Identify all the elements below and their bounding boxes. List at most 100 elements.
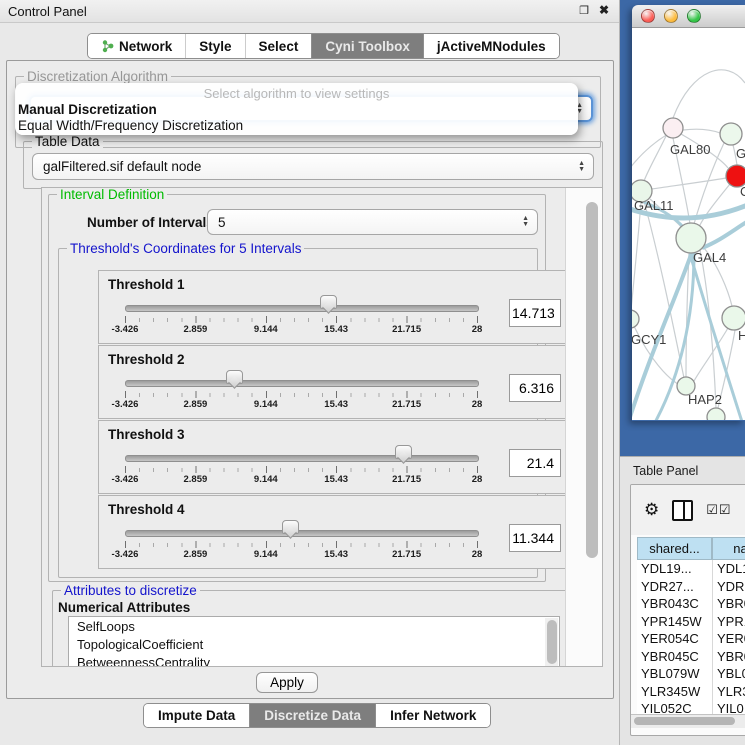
interval-definition-group-title: Interval Definition	[57, 187, 167, 202]
table-data-group-title: Table Data	[32, 134, 103, 149]
cell-shared-name: YBL079W	[637, 666, 712, 681]
tab-discretize-data[interactable]: Discretize Data	[249, 704, 375, 727]
threshold-1-slider-track[interactable]	[125, 305, 479, 312]
close-icon[interactable]: ✖	[599, 3, 609, 17]
numerical-attributes-label: Numerical Attributes	[58, 600, 190, 615]
table-row[interactable]: YLR345WYLR3	[637, 683, 745, 701]
combo-arrows-icon: ▲▼	[578, 161, 585, 173]
table-row[interactable]: YPR145WYPR1	[637, 613, 745, 631]
threshold-1-slider-thumb[interactable]	[320, 295, 337, 309]
tab-infer-network[interactable]: Infer Network	[375, 704, 490, 727]
network-edge	[632, 134, 668, 168]
mac-zoom-button[interactable]	[687, 9, 701, 23]
screen: Control Panel ❐ ✖ Network Style Select C…	[0, 0, 745, 745]
threshold-3-value-field[interactable]	[509, 449, 561, 477]
list-scrollbar-thumb[interactable]	[547, 620, 557, 664]
discretization-algorithm-group-title: Discretization Algorithm	[24, 69, 171, 84]
gear-icon[interactable]: ⚙	[644, 500, 659, 520]
node-right[interactable]	[722, 306, 745, 330]
cell-name: YBR0	[712, 596, 745, 611]
slider-major-ticks	[125, 316, 478, 323]
table-row[interactable]: YER054CYER0	[637, 630, 745, 648]
threshold-1-label: Threshold 1	[108, 277, 185, 292]
threshold-1-value-field[interactable]	[509, 299, 561, 327]
slider-axis-labels: -3.4262.8599.14415.4321.71528	[125, 474, 477, 486]
node-label-ga: GA	[736, 146, 745, 161]
axis-tick-label: 15.43	[324, 549, 348, 560]
axis-tick-label: -3.426	[112, 324, 139, 335]
threshold-2-slider-thumb[interactable]	[226, 370, 243, 384]
attribute-list-item[interactable]: BetweennessCentrality	[69, 653, 559, 667]
node-label-gcy1: GCY1	[632, 332, 666, 347]
table-row[interactable]: YBR043CYBR0	[637, 595, 745, 613]
cell-name: YER0	[712, 631, 745, 646]
threshold-row-1: Threshold 1 -3.4262.8599.14415.4321.7152…	[98, 270, 568, 344]
node-label-gal11: GAL11	[634, 198, 674, 213]
columns-icon[interactable]	[672, 500, 693, 521]
pane-scrollbar-thumb[interactable]	[586, 202, 598, 558]
threshold-4-label: Threshold 4	[108, 502, 185, 517]
node-bottom[interactable]	[707, 408, 725, 420]
float-window-icon[interactable]: ❐	[579, 4, 589, 17]
tab-select[interactable]: Select	[245, 34, 312, 58]
node-top-right[interactable]	[720, 123, 742, 145]
table-row[interactable]: YBR045CYBR0	[637, 648, 745, 666]
column-header-shared-name[interactable]: shared...	[637, 537, 712, 560]
tab-impute-data[interactable]: Impute Data	[144, 704, 249, 727]
threshold-4-slider-thumb[interactable]	[282, 520, 299, 534]
apply-button[interactable]: Apply	[256, 672, 318, 693]
cell-name: YLR3	[712, 684, 745, 699]
dropdown-option-manual-discretization[interactable]: Manual Discretization	[18, 102, 157, 117]
table-panel-body: ⚙ ☑☑ shared... na YDL19...YDL1YDR27...YD…	[630, 484, 745, 736]
node-gal4[interactable]	[676, 223, 706, 253]
dropdown-option-equal-width-frequency[interactable]: Equal Width/Frequency Discretization	[18, 118, 243, 133]
axis-tick-label: 28	[472, 474, 483, 485]
cell-name: YBR0	[712, 649, 745, 664]
bottom-tab-bar: Impute Data Discretize Data Infer Networ…	[143, 703, 491, 728]
axis-tick-label: -3.426	[112, 399, 139, 410]
numerical-attributes-list[interactable]: SelfLoopsTopologicalCoefficientBetweenne…	[68, 616, 560, 667]
dropdown-prompt: Select algorithm to view settings	[15, 86, 578, 101]
control-panel: Control Panel ❐ ✖ Network Style Select C…	[0, 0, 620, 745]
node-gcy1[interactable]	[632, 310, 639, 328]
network-canvas[interactable]: GAL80GACGAL11GAL4GCY1HHAP2	[632, 28, 745, 420]
attribute-list-item[interactable]: SelfLoops	[69, 617, 559, 635]
cell-name: YDR2	[712, 579, 745, 594]
table-hscrollbar	[631, 714, 745, 728]
cell-shared-name: YDR27...	[637, 579, 712, 594]
threshold-4-value-field[interactable]	[509, 524, 561, 552]
tab-jactivemnodules-label: jActiveMNodules	[437, 39, 546, 54]
axis-tick-label: 28	[472, 549, 483, 560]
tab-jactivemnodules[interactable]: jActiveMNodules	[423, 34, 559, 58]
select-checkboxes-icon[interactable]: ☑☑	[706, 502, 731, 518]
table-row[interactable]: YDR27...YDR2	[637, 578, 745, 596]
node-label-gal80: GAL80	[670, 142, 710, 157]
tab-cyni-toolbox[interactable]: Cyni Toolbox	[311, 34, 423, 58]
combo-arrows-icon: ▲▼	[522, 216, 529, 228]
tab-network[interactable]: Network	[88, 34, 185, 58]
table-hscrollbar-thumb[interactable]	[634, 717, 735, 725]
table-row[interactable]: YBL079WYBL0	[637, 665, 745, 683]
mac-minimize-button[interactable]	[664, 9, 678, 23]
node-gal80[interactable]	[663, 118, 683, 138]
column-header-name[interactable]: na	[712, 537, 745, 560]
network-window-titlebar[interactable]	[632, 5, 745, 28]
table-row[interactable]: YDL19...YDL1	[637, 560, 745, 578]
node-label-gal4: GAL4	[693, 250, 726, 265]
threshold-3-slider-track[interactable]	[125, 455, 479, 462]
table-data-value: galFiltered.sif default node	[43, 159, 201, 174]
top-tab-bar: Network Style Select Cyni Toolbox jActiv…	[87, 33, 560, 59]
threshold-2-value-field[interactable]	[509, 374, 561, 402]
threshold-4-slider-track[interactable]	[125, 530, 479, 537]
mac-close-button[interactable]	[641, 9, 655, 23]
axis-tick-label: 15.43	[324, 324, 348, 335]
table-data-combobox[interactable]: galFiltered.sif default node ▲▼	[32, 153, 594, 180]
threshold-3-slider-thumb[interactable]	[395, 445, 412, 459]
axis-tick-label: 21.715	[392, 324, 421, 335]
table-row[interactable]: YIL052CYIL0	[637, 700, 745, 714]
attribute-list-item[interactable]: TopologicalCoefficient	[69, 635, 559, 653]
threshold-row-2: Threshold 2 -3.4262.8599.14415.4321.7152…	[98, 345, 568, 419]
tab-style[interactable]: Style	[185, 34, 244, 58]
number-of-intervals-combobox[interactable]: 5 ▲▼	[207, 209, 538, 235]
threshold-2-slider-track[interactable]	[125, 380, 479, 387]
